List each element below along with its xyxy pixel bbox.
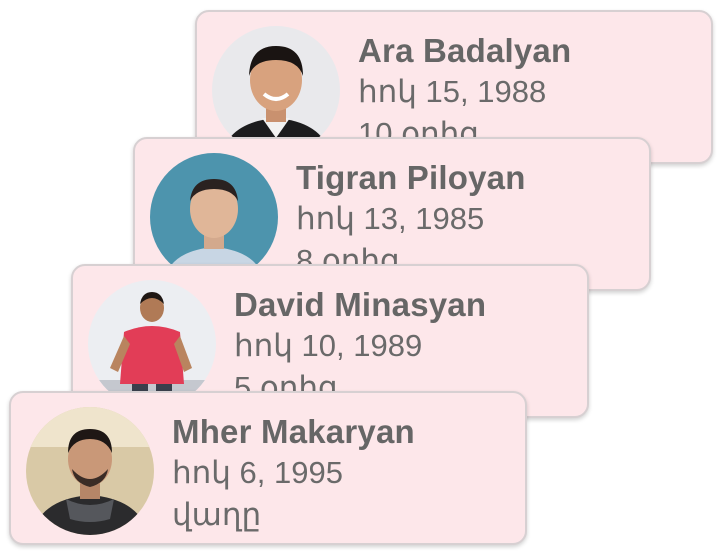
avatar: [150, 153, 278, 281]
person-name: Tigran Piloyan: [296, 159, 526, 196]
person-name: David Minasyan: [234, 286, 487, 323]
avatar: [212, 26, 340, 154]
person-photo-icon: [88, 280, 216, 408]
person-photo-icon: [212, 26, 340, 154]
avatar: [26, 407, 154, 535]
person-name: Mher Makaryan: [172, 413, 415, 450]
person-name: Ara Badalyan: [358, 32, 572, 69]
days-until-birthday: վաղը: [172, 497, 262, 532]
avatar: [88, 280, 216, 408]
birth-date: հոկ 6, 1995: [172, 455, 343, 490]
person-photo-icon: [26, 407, 154, 535]
person-photo-icon: [150, 153, 278, 281]
birthday-card[interactable]: Mher Makaryan հոկ 6, 1995 վաղը: [9, 391, 527, 545]
birth-date: հոկ 13, 1985: [296, 201, 485, 236]
birth-date: հոկ 10, 1989: [234, 328, 423, 363]
birth-date: հոկ 15, 1988: [358, 74, 547, 109]
